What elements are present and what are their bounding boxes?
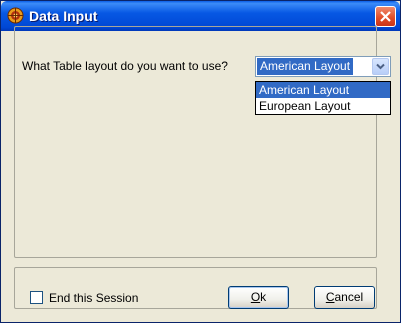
ok-button-label: k xyxy=(260,290,267,304)
option-american-layout[interactable]: American Layout xyxy=(256,82,390,98)
dropdown-button[interactable] xyxy=(372,58,389,75)
data-input-app-icon xyxy=(7,7,24,24)
layout-select-value: American Layout xyxy=(257,58,354,75)
chevron-down-icon xyxy=(376,63,385,70)
cancel-button[interactable]: Cancel xyxy=(314,286,375,309)
cancel-button-label: ancel xyxy=(334,290,364,304)
close-button[interactable] xyxy=(375,6,396,27)
layout-options-list: American Layout European Layout xyxy=(255,81,391,115)
window-title: Data Input xyxy=(29,8,98,24)
layout-select[interactable]: American Layout xyxy=(255,56,391,77)
end-session-checkbox[interactable] xyxy=(30,291,43,304)
ok-button-mnemonic: O xyxy=(250,290,261,304)
layout-question-label: What Table layout do you want to use? xyxy=(22,59,228,73)
close-icon xyxy=(380,11,391,22)
end-session-label[interactable]: End this Session xyxy=(49,291,138,305)
ok-button[interactable]: Ok xyxy=(228,286,289,309)
option-european-layout[interactable]: European Layout xyxy=(256,98,390,114)
